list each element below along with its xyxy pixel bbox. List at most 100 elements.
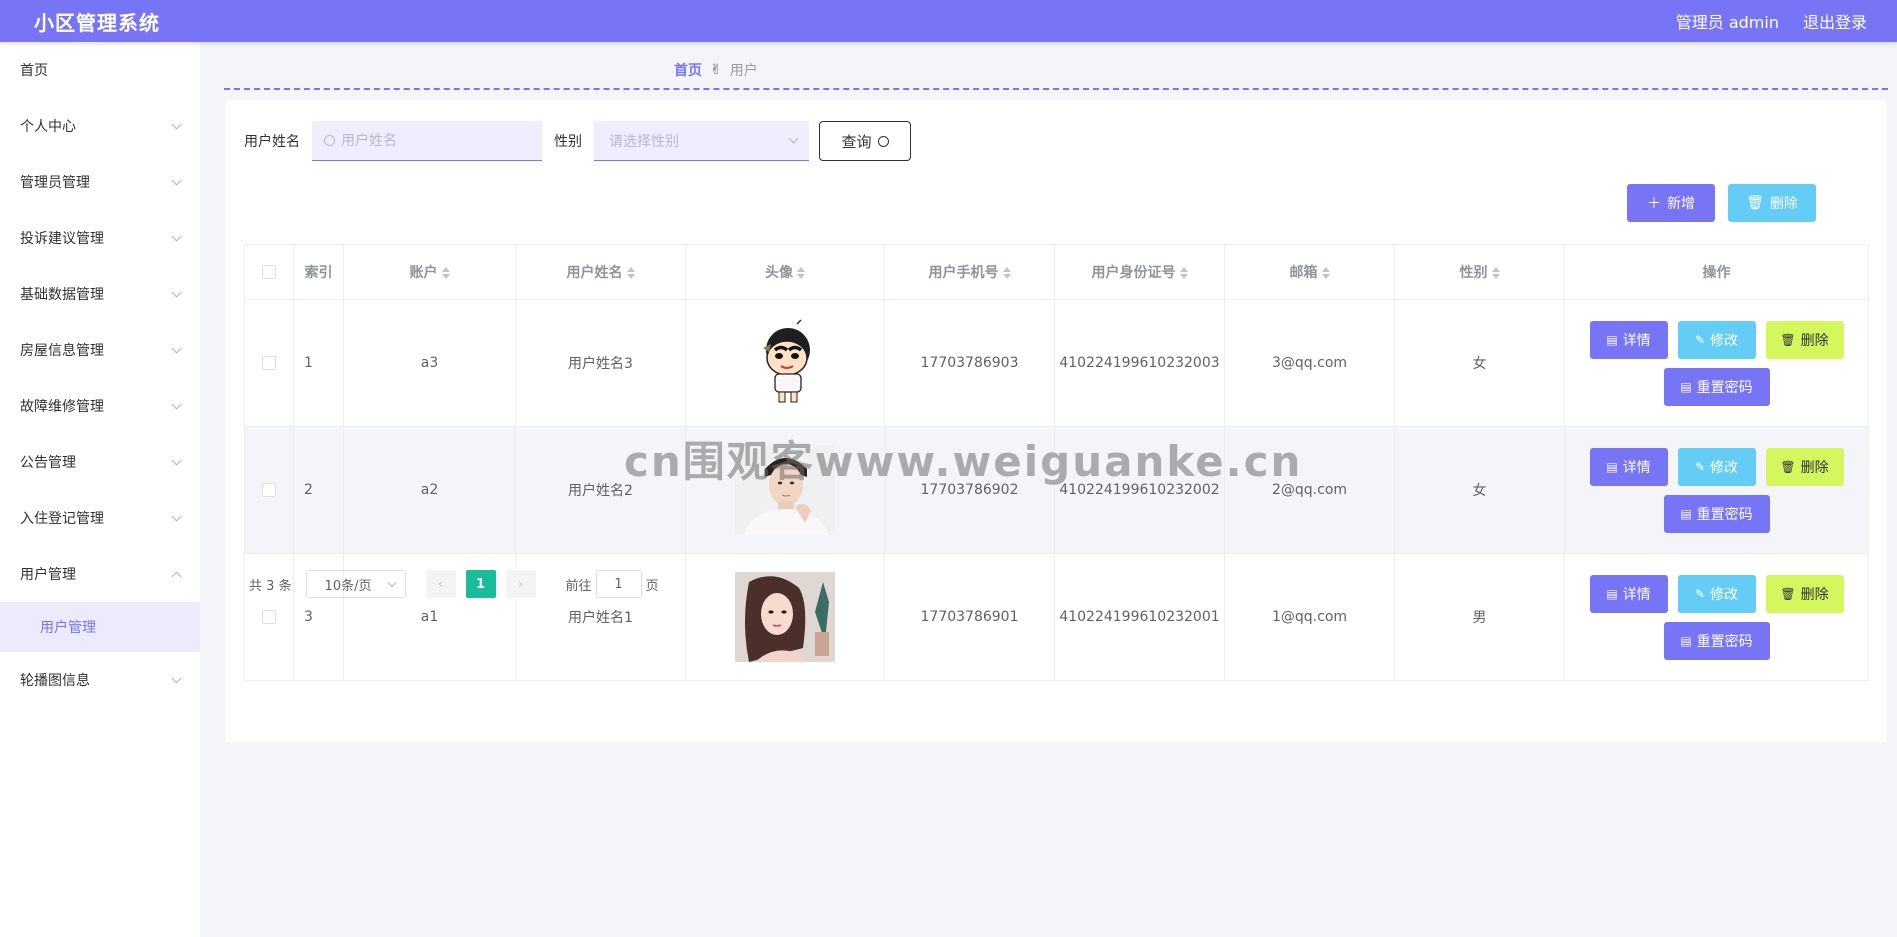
reset-password-button[interactable]: ▤ 重置密码 xyxy=(1663,621,1770,660)
sidebar-item-checkin-management[interactable]: 入住登记管理 xyxy=(0,490,200,546)
id-card-cell: 410224199610232003 xyxy=(1054,299,1225,427)
sort-icon[interactable] xyxy=(797,267,805,279)
sidebar-item-carousel-info[interactable]: 轮播图信息 xyxy=(0,652,200,708)
main-panel: 用户姓名 性别 请选择性别 查询 ＋ 新增 🗑 删除 索引 账户 xyxy=(225,100,1887,742)
delete-button[interactable]: 🗑 删除 xyxy=(1765,574,1844,613)
header-avatar-label: 头像 xyxy=(765,265,793,281)
total-count: 共 3 条 xyxy=(249,578,292,594)
sidebar-item-user-management[interactable]: 用户管理 xyxy=(0,546,200,602)
name-filter-field[interactable] xyxy=(312,121,542,161)
sort-icon[interactable] xyxy=(1321,267,1330,279)
gender-cell: 女 xyxy=(1394,299,1565,427)
header-id-card[interactable]: 用户身份证号 xyxy=(1054,244,1225,300)
table-row: 2 a2 用户姓名2 17703786902 41022419961023200… xyxy=(244,426,1869,554)
breadcrumb-home[interactable]: 首页 xyxy=(674,60,702,80)
sidebar-item-admin-management[interactable]: 管理员管理 xyxy=(0,154,200,210)
next-page-button[interactable]: › xyxy=(505,570,536,598)
gender-select[interactable]: 请选择性别 xyxy=(594,121,809,161)
sidebar-item-house-management[interactable]: 房屋信息管理 xyxy=(0,322,200,378)
chevron-down-icon xyxy=(171,511,182,521)
table-header-row: 索引 账户 用户姓名 头像 用户手机号 用户身份证号 邮箱 性别 操作 xyxy=(244,244,1869,300)
breadcrumb-divider xyxy=(224,88,1888,90)
header-phone[interactable]: 用户手机号 xyxy=(884,244,1055,300)
header-actions-label: 操作 xyxy=(1702,265,1731,281)
reset-password-button[interactable]: ▤ 重置密码 xyxy=(1663,367,1770,406)
add-button[interactable]: ＋ 新增 xyxy=(1627,184,1715,222)
chevron-down-icon xyxy=(387,578,396,587)
delete-button-label: 删除 xyxy=(1800,332,1829,349)
header-id-card-label: 用户身份证号 xyxy=(1091,265,1176,281)
sidebar-item-label: 个人中心 xyxy=(20,119,76,135)
query-button[interactable]: 查询 xyxy=(819,121,911,161)
chevron-down-icon xyxy=(171,175,182,185)
header-index-label: 索引 xyxy=(304,265,333,281)
prev-page-button[interactable]: ‹ xyxy=(425,570,456,598)
sidebar-item-complaint-management[interactable]: 投诉建议管理 xyxy=(0,210,200,266)
detail-button[interactable]: ▤ 详情 xyxy=(1589,320,1668,359)
sort-icon[interactable] xyxy=(441,267,450,279)
batch-delete-button[interactable]: 🗑 删除 xyxy=(1728,184,1816,222)
row-checkbox[interactable] xyxy=(262,356,276,370)
row-select-cell xyxy=(244,299,294,427)
edit-button-label: 修改 xyxy=(1710,459,1739,476)
name-filter-input[interactable] xyxy=(341,132,531,149)
chevron-left-icon: ‹ xyxy=(437,576,444,592)
sidebar-item-personal-center[interactable]: 个人中心 xyxy=(0,98,200,154)
sidebar-item-base-data-management[interactable]: 基础数据管理 xyxy=(0,266,200,322)
edit-button[interactable]: ✎ 修改 xyxy=(1677,574,1756,613)
sidebar-item-label: 公告管理 xyxy=(20,455,76,471)
chevron-down-icon xyxy=(171,287,182,297)
header-gender[interactable]: 性别 xyxy=(1394,244,1565,300)
page-size-value: 10条/页 xyxy=(324,578,372,594)
user-table: 索引 账户 用户姓名 头像 用户手机号 用户身份证号 邮箱 性别 操作 1 a3… xyxy=(244,244,1869,681)
pagination: 共 3 条 10条/页 ‹ 1 › 前往 页 xyxy=(249,570,659,598)
index-cell: 1 xyxy=(293,299,344,427)
reset-password-button[interactable]: ▤ 重置密码 xyxy=(1663,494,1770,533)
chevron-down-icon xyxy=(171,343,182,353)
delete-button[interactable]: 🗑 删除 xyxy=(1765,447,1844,486)
detail-button[interactable]: ▤ 详情 xyxy=(1589,447,1668,486)
sidebar-item-label: 用户管理 xyxy=(20,567,76,583)
sidebar-item-notice-management[interactable]: 公告管理 xyxy=(0,434,200,490)
young-man-photo-avatar xyxy=(735,445,835,535)
sidebar-item-label: 基础数据管理 xyxy=(20,287,104,303)
reset-password-label: 重置密码 xyxy=(1696,633,1753,650)
sidebar-item-label: 故障维修管理 xyxy=(20,399,104,415)
sidebar-item-label: 房屋信息管理 xyxy=(20,343,104,359)
detail-button[interactable]: ▤ 详情 xyxy=(1589,574,1668,613)
header-account[interactable]: 账户 xyxy=(343,244,516,300)
goto-page-input[interactable] xyxy=(595,570,642,598)
account-cell: a3 xyxy=(343,299,516,427)
select-all-checkbox[interactable] xyxy=(262,265,276,279)
chevron-down-icon xyxy=(171,455,182,465)
sidebar-item-home[interactable]: 首页 xyxy=(0,42,200,98)
header-email[interactable]: 邮箱 xyxy=(1224,244,1395,300)
document-icon: ▤ xyxy=(1680,506,1692,521)
header-name[interactable]: 用户姓名 xyxy=(515,244,686,300)
page-size-select[interactable]: 10条/页 xyxy=(305,570,406,598)
row-checkbox[interactable] xyxy=(262,610,276,624)
account-cell: a2 xyxy=(343,426,516,554)
sort-icon[interactable] xyxy=(1491,267,1500,279)
sidebar-subitem-user-management[interactable]: 用户管理 xyxy=(0,602,200,652)
sort-icon[interactable] xyxy=(1179,267,1188,279)
name-filter-label: 用户姓名 xyxy=(244,134,300,150)
document-icon: ▤ xyxy=(1606,459,1618,474)
query-button-label: 查询 xyxy=(841,132,872,151)
delete-button-label: 删除 xyxy=(1800,586,1829,603)
edit-button[interactable]: ✎ 修改 xyxy=(1677,447,1756,486)
gender-cell: 男 xyxy=(1394,553,1565,681)
edit-button[interactable]: ✎ 修改 xyxy=(1677,320,1756,359)
header-avatar[interactable]: 头像 xyxy=(685,244,885,300)
row-checkbox[interactable] xyxy=(262,483,276,497)
page-number-current[interactable]: 1 xyxy=(465,570,496,598)
logout-link[interactable]: 退出登录 xyxy=(1803,9,1867,33)
reset-password-label: 重置密码 xyxy=(1696,506,1753,523)
sidebar-item-repair-management[interactable]: 故障维修管理 xyxy=(0,378,200,434)
sort-icon[interactable] xyxy=(1002,267,1011,279)
gender-cell: 女 xyxy=(1394,426,1565,554)
sort-icon[interactable] xyxy=(626,267,635,279)
document-icon: ▤ xyxy=(1606,586,1618,601)
delete-button[interactable]: 🗑 删除 xyxy=(1765,320,1844,359)
document-icon: ▤ xyxy=(1680,633,1692,648)
